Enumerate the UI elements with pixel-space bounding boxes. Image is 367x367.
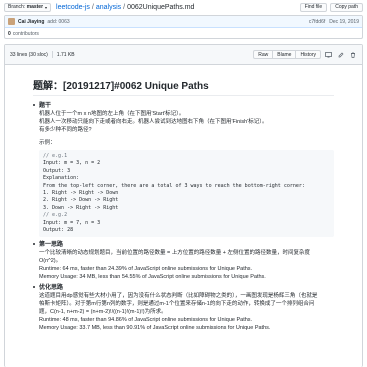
code-line: Explanation: bbox=[43, 175, 80, 182]
contributors-label: contributors bbox=[12, 30, 39, 37]
section-title: 第一思路 bbox=[39, 242, 64, 249]
code-line: Output: 3 bbox=[43, 167, 71, 174]
raw-button[interactable]: Raw bbox=[253, 50, 274, 59]
doc-title: 题解：[20191217]#0062 Unique Paths bbox=[33, 77, 334, 96]
paragraph: Runtime: 64 ms, faster than 24.39% of Ja… bbox=[39, 266, 253, 273]
breadcrumb-folder[interactable]: analysis bbox=[96, 4, 121, 11]
breadcrumb-repo[interactable]: leetcode-js bbox=[56, 4, 90, 11]
list-item: 第一思路 一个比较清晰的动态规划题目，当前位置的路径数量 = 上方位置的路径数量… bbox=[33, 241, 334, 281]
branch-selector[interactable]: Branch: master ▾ bbox=[4, 2, 52, 12]
paragraph: 一个比较清晰的动态规划题目，当前位置的路径数量 = 上方位置的路径数量 + 左侧… bbox=[39, 250, 311, 257]
commit-date: Dec 19, 2019 bbox=[329, 18, 359, 25]
paragraph: Runtime: 48 ms, faster than 94.86% of Ja… bbox=[39, 317, 253, 324]
top-bar: Branch: master ▾ leetcode-js / analysis … bbox=[0, 0, 367, 14]
paragraph: 有多少种不同的路径? bbox=[39, 127, 92, 133]
code-line: From the top-left corner, there are a to… bbox=[43, 182, 305, 189]
pencil-icon[interactable] bbox=[336, 50, 345, 59]
copy-path-button[interactable]: Copy path bbox=[330, 2, 363, 12]
commit-message[interactable]: add: 0063 bbox=[47, 19, 69, 25]
commit-box: Cai Jiaying add: 0063 c7fdd6f Dec 19, 20… bbox=[4, 15, 363, 39]
paragraph: 这道题目用dp感觉有些大材小用了，因为没有什么状态判断（比如障碍物之类的），一画… bbox=[39, 293, 318, 300]
chevron-down-icon: ▾ bbox=[45, 4, 48, 10]
code-block: // e.g.1 Input: m = 3, n = 2 Output: 3 E… bbox=[39, 150, 334, 238]
section-title: 优化思路 bbox=[39, 285, 64, 292]
code-line: // e.g.1 bbox=[43, 153, 68, 159]
contributors-count: 0 bbox=[8, 30, 11, 37]
paragraph: Memory Usage: 34 MB, less than 54.55% of… bbox=[39, 274, 266, 281]
paragraph: 机器人位于一个m x n地图的左上角（在下图用'Start'标记）。 bbox=[39, 111, 185, 117]
file-box: 33 lines (30 sloc) 1.71 KB Raw Blame His… bbox=[4, 44, 363, 367]
code-line: 1. Right -> Right -> Down bbox=[43, 190, 119, 197]
section-title: 题干 bbox=[39, 103, 52, 109]
code-line: Input: m = 7, n = 3 bbox=[43, 219, 101, 226]
trash-icon[interactable] bbox=[348, 50, 357, 59]
file-header: 33 lines (30 sloc) 1.71 KB Raw Blame His… bbox=[5, 45, 362, 65]
file-lines: 33 lines (30 sloc) bbox=[10, 51, 48, 58]
paragraph: Memory Usage: 33.7 MB, less than 90.91% … bbox=[39, 325, 271, 332]
find-file-button[interactable]: Find file bbox=[299, 2, 328, 12]
code-line: 2. Right -> Down -> Right bbox=[43, 197, 119, 204]
contributors[interactable]: 0 contributors bbox=[5, 28, 362, 39]
blame-button[interactable]: Blame bbox=[272, 50, 297, 59]
list-item: 题干 机器人位于一个m x n地图的左上角（在下图用'Start'标记）。 机器… bbox=[33, 102, 334, 134]
code-line: Input: m = 3, n = 2 bbox=[43, 160, 101, 167]
paragraph: 题，C(n-1, n+m-2) = (n+m-2)!/((n-1)!(m-1)!… bbox=[39, 309, 167, 316]
latest-commit: Cai Jiaying add: 0063 c7fdd6f Dec 19, 20… bbox=[5, 16, 362, 28]
paragraph: 帕斯卡矩阵）。对于第m行第n列的数字，则是通过m-1个位置来存储n-1的向下走的… bbox=[39, 301, 315, 308]
code-line: Output: 28 bbox=[43, 227, 74, 234]
paragraph: 机器人一次移动只能向下走或者向右走。机器人尝试到达地图右下角（在下图用'Fini… bbox=[39, 119, 268, 125]
example-label: 示例： bbox=[39, 140, 56, 146]
code-line: 3. Down -> Right -> Right bbox=[43, 204, 119, 211]
file-size: 1.71 KB bbox=[56, 51, 75, 58]
code-line: // e.g.2 bbox=[43, 212, 68, 219]
commit-author[interactable]: Cai Jiaying bbox=[18, 19, 44, 25]
history-button[interactable]: History bbox=[295, 50, 321, 59]
list-item: 优化思路 这道题目用dp感觉有些大材小用了，因为没有什么状态判断（比如障碍物之类… bbox=[33, 284, 334, 332]
breadcrumb-file: 0062UniquePaths.md bbox=[127, 3, 195, 11]
commit-sha[interactable]: c7fdd6f bbox=[309, 19, 325, 25]
paragraph: O(n^2)。 bbox=[39, 258, 62, 265]
branch-name: master bbox=[26, 4, 44, 10]
desktop-icon[interactable] bbox=[324, 50, 333, 59]
breadcrumb: leetcode-js / analysis / 0062UniquePaths… bbox=[56, 3, 195, 11]
branch-prefix: Branch: bbox=[8, 4, 26, 10]
markdown-body: 题解：[20191217]#0062 Unique Paths 题干 机器人位于… bbox=[5, 65, 362, 332]
avatar[interactable] bbox=[8, 18, 15, 25]
